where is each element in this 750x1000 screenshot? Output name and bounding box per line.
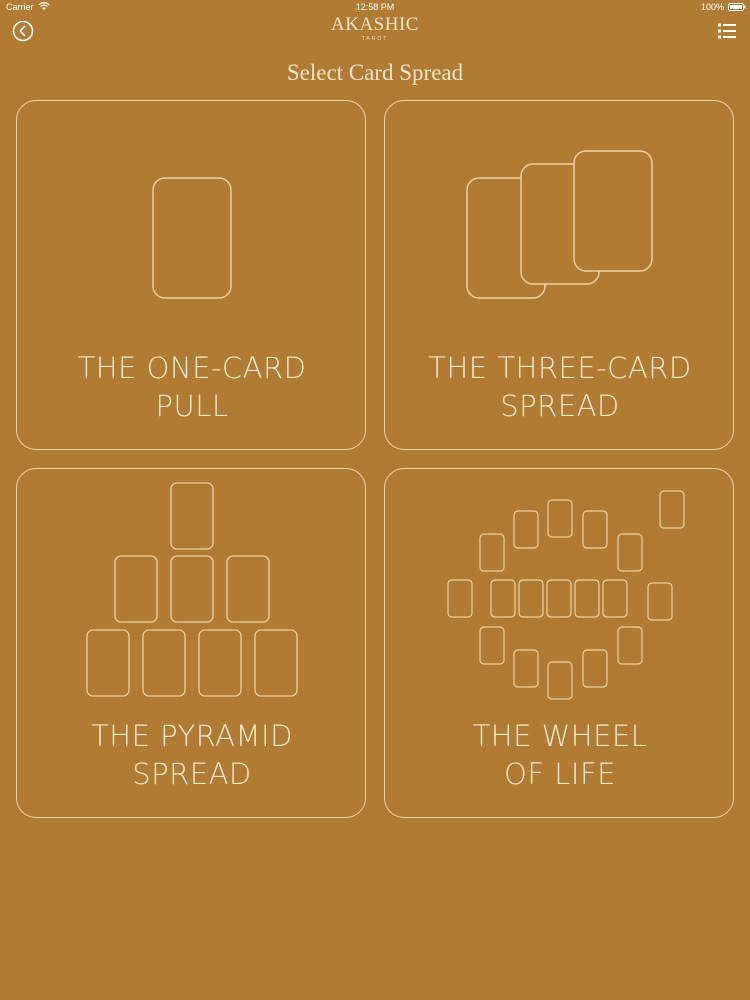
spread-label-line1: THE ONE-CARD <box>77 351 307 385</box>
spread-label-line1: THE PYRAMID <box>91 719 293 753</box>
logo-main-text: AKASHIC <box>331 14 419 35</box>
spread-tile-one-card-pull[interactable]: THE ONE-CARD PULL <box>16 100 366 450</box>
spread-tile-three-card-spread[interactable]: THE THREE-CARD SPREAD <box>384 100 734 450</box>
spread-label-line2: OF LIFE <box>504 757 616 791</box>
logo-sub-text: TAROT <box>361 36 389 42</box>
spread-label: THE THREE-CARD SPREAD <box>385 349 735 425</box>
spread-label: THE WHEEL OF LIFE <box>385 717 735 793</box>
page-title: Select Card Spread <box>286 60 464 85</box>
battery-icon <box>728 3 746 11</box>
spread-label-line2: SPREAD <box>500 389 620 423</box>
spread-label: THE PYRAMID SPREAD <box>17 717 367 793</box>
app-logo: AKASHIC TAROT <box>0 14 750 42</box>
list-menu-icon <box>718 23 736 39</box>
spread-tile-wheel-of-life[interactable]: THE WHEEL OF LIFE <box>384 468 734 818</box>
battery-percent: 100% <box>700 2 724 12</box>
spread-tile-pyramid-spread[interactable]: THE PYRAMID SPREAD <box>16 468 366 818</box>
spread-label-line1: THE WHEEL <box>472 719 648 753</box>
menu-button[interactable] <box>716 20 738 42</box>
spread-label-line2: PULL <box>155 389 229 423</box>
spread-label-line1: THE THREE-CARD <box>428 351 692 385</box>
status-bar: Carrier 12:58 PM 100% <box>0 0 750 14</box>
spread-label-line2: SPREAD <box>132 757 252 791</box>
spread-label: THE ONE-CARD PULL <box>17 349 367 425</box>
clock-time: 12:58 PM <box>355 2 395 12</box>
